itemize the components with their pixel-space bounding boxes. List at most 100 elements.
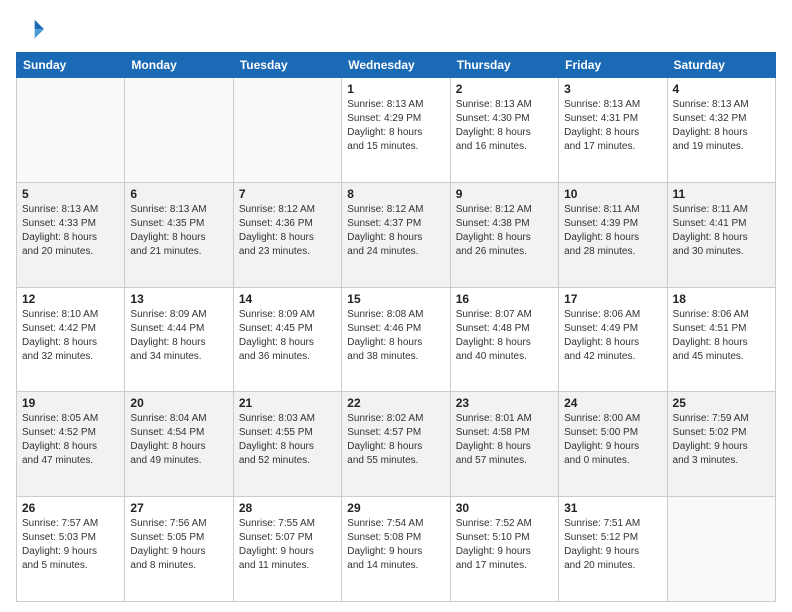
day-number: 27	[130, 501, 227, 515]
day-number: 3	[564, 82, 661, 96]
day-info: Sunrise: 8:13 AM Sunset: 4:35 PM Dayligh…	[130, 203, 227, 259]
day-info: Sunrise: 8:01 AM Sunset: 4:58 PM Dayligh…	[456, 412, 553, 468]
day-number: 4	[673, 82, 770, 96]
day-number: 20	[130, 396, 227, 410]
day-info: Sunrise: 7:55 AM Sunset: 5:07 PM Dayligh…	[239, 517, 336, 573]
weekday-monday: Monday	[125, 53, 233, 78]
calendar-cell: 1Sunrise: 8:13 AM Sunset: 4:29 PM Daylig…	[342, 78, 450, 183]
calendar-cell	[17, 78, 125, 183]
calendar-cell: 19 Sunrise: 8:05 AM Sunset: 4:52 PM Dayli…	[17, 392, 125, 497]
calendar-cell: 25 Sunrise: 7:59 AM Sunset: 5:02 PM Dayli…	[667, 392, 775, 497]
day-number: 25	[673, 396, 770, 410]
weekday-saturday: Saturday	[667, 53, 775, 78]
day-info: Sunrise: 7:52 AM Sunset: 5:10 PM Dayligh…	[456, 517, 553, 573]
day-info: Sunrise: 7:51 AM Sunset: 5:12 PM Dayligh…	[564, 517, 661, 573]
day-info: Sunrise: 8:11 AM Sunset: 4:39 PM Dayligh…	[564, 203, 661, 259]
day-number: 23	[456, 396, 553, 410]
day-info: Sunrise: 8:07 AM Sunset: 4:48 PM Dayligh…	[456, 308, 553, 364]
week-row-3: 12 Sunrise: 8:10 AM Sunset: 4:42 PM Dayli…	[17, 287, 776, 392]
day-number: 2	[456, 82, 553, 96]
day-number: 6	[130, 187, 227, 201]
week-row-4: 19 Sunrise: 8:05 AM Sunset: 4:52 PM Dayli…	[17, 392, 776, 497]
day-number: 10	[564, 187, 661, 201]
day-info: Sunrise: 7:57 AM Sunset: 5:03 PM Dayligh…	[22, 517, 119, 573]
calendar-table: SundayMondayTuesdayWednesdayThursdayFrid…	[16, 52, 776, 602]
calendar-cell: 18 Sunrise: 8:06 AM Sunset: 4:51 PM Dayli…	[667, 287, 775, 392]
day-info: Sunrise: 8:09 AM Sunset: 4:44 PM Dayligh…	[130, 308, 227, 364]
header	[16, 16, 776, 44]
day-number: 1	[347, 82, 444, 96]
calendar-cell: 20 Sunrise: 8:04 AM Sunset: 4:54 PM Dayli…	[125, 392, 233, 497]
day-number: 5	[22, 187, 119, 201]
day-info: Sunrise: 8:06 AM Sunset: 4:49 PM Dayligh…	[564, 308, 661, 364]
calendar-cell: 31 Sunrise: 7:51 AM Sunset: 5:12 PM Dayli…	[559, 497, 667, 602]
day-info: Sunrise: 8:09 AM Sunset: 4:45 PM Dayligh…	[239, 308, 336, 364]
calendar-cell: 23 Sunrise: 8:01 AM Sunset: 4:58 PM Dayli…	[450, 392, 558, 497]
day-info: Sunrise: 8:05 AM Sunset: 4:52 PM Dayligh…	[22, 412, 119, 468]
week-row-1: 1Sunrise: 8:13 AM Sunset: 4:29 PM Daylig…	[17, 78, 776, 183]
day-info: Sunrise: 8:12 AM Sunset: 4:38 PM Dayligh…	[456, 203, 553, 259]
day-number: 30	[456, 501, 553, 515]
day-info: Sunrise: 8:12 AM Sunset: 4:36 PM Dayligh…	[239, 203, 336, 259]
day-number: 28	[239, 501, 336, 515]
logo	[16, 16, 48, 44]
day-number: 13	[130, 292, 227, 306]
day-info: Sunrise: 8:13 AM Sunset: 4:33 PM Dayligh…	[22, 203, 119, 259]
day-info: Sunrise: 7:56 AM Sunset: 5:05 PM Dayligh…	[130, 517, 227, 573]
logo-icon	[16, 16, 44, 44]
weekday-wednesday: Wednesday	[342, 53, 450, 78]
day-info: Sunrise: 8:13 AM Sunset: 4:32 PM Dayligh…	[673, 98, 770, 154]
weekday-sunday: Sunday	[17, 53, 125, 78]
calendar-cell: 6 Sunrise: 8:13 AM Sunset: 4:35 PM Daylig…	[125, 182, 233, 287]
day-info: Sunrise: 8:04 AM Sunset: 4:54 PM Dayligh…	[130, 412, 227, 468]
calendar-cell: 3 Sunrise: 8:13 AM Sunset: 4:31 PM Daylig…	[559, 78, 667, 183]
day-info: Sunrise: 8:03 AM Sunset: 4:55 PM Dayligh…	[239, 412, 336, 468]
day-number: 7	[239, 187, 336, 201]
weekday-header-row: SundayMondayTuesdayWednesdayThursdayFrid…	[17, 53, 776, 78]
day-number: 14	[239, 292, 336, 306]
day-number: 19	[22, 396, 119, 410]
day-number: 9	[456, 187, 553, 201]
day-number: 29	[347, 501, 444, 515]
calendar-cell: 21 Sunrise: 8:03 AM Sunset: 4:55 PM Dayli…	[233, 392, 341, 497]
calendar-cell	[667, 497, 775, 602]
day-number: 26	[22, 501, 119, 515]
calendar-cell	[125, 78, 233, 183]
day-info: Sunrise: 8:00 AM Sunset: 5:00 PM Dayligh…	[564, 412, 661, 468]
weekday-tuesday: Tuesday	[233, 53, 341, 78]
calendar-cell: 2 Sunrise: 8:13 AM Sunset: 4:30 PM Daylig…	[450, 78, 558, 183]
day-number: 16	[456, 292, 553, 306]
weekday-friday: Friday	[559, 53, 667, 78]
calendar-cell: 12 Sunrise: 8:10 AM Sunset: 4:42 PM Dayli…	[17, 287, 125, 392]
calendar-cell: 15Sunrise: 8:08 AM Sunset: 4:46 PM Dayli…	[342, 287, 450, 392]
calendar-cell	[233, 78, 341, 183]
day-info: Sunrise: 7:59 AM Sunset: 5:02 PM Dayligh…	[673, 412, 770, 468]
day-number: 8	[347, 187, 444, 201]
calendar-cell: 10 Sunrise: 8:11 AM Sunset: 4:39 PM Dayli…	[559, 182, 667, 287]
calendar-cell: 29Sunrise: 7:54 AM Sunset: 5:08 PM Dayli…	[342, 497, 450, 602]
calendar-cell: 13 Sunrise: 8:09 AM Sunset: 4:44 PM Dayli…	[125, 287, 233, 392]
day-info: Sunrise: 8:13 AM Sunset: 4:31 PM Dayligh…	[564, 98, 661, 154]
day-info: Sunrise: 8:02 AM Sunset: 4:57 PM Dayligh…	[347, 412, 444, 468]
day-number: 12	[22, 292, 119, 306]
day-number: 31	[564, 501, 661, 515]
calendar-cell: 4 Sunrise: 8:13 AM Sunset: 4:32 PM Daylig…	[667, 78, 775, 183]
week-row-5: 26 Sunrise: 7:57 AM Sunset: 5:03 PM Dayli…	[17, 497, 776, 602]
page: SundayMondayTuesdayWednesdayThursdayFrid…	[0, 0, 792, 612]
day-number: 22	[347, 396, 444, 410]
calendar-cell: 28 Sunrise: 7:55 AM Sunset: 5:07 PM Dayli…	[233, 497, 341, 602]
day-info: Sunrise: 8:10 AM Sunset: 4:42 PM Dayligh…	[22, 308, 119, 364]
calendar-cell: 17Sunrise: 8:06 AM Sunset: 4:49 PM Dayli…	[559, 287, 667, 392]
calendar-cell: 5 Sunrise: 8:13 AM Sunset: 4:33 PM Daylig…	[17, 182, 125, 287]
calendar-cell: 22 Sunrise: 8:02 AM Sunset: 4:57 PM Dayli…	[342, 392, 450, 497]
calendar-cell: 24Sunrise: 8:00 AM Sunset: 5:00 PM Dayli…	[559, 392, 667, 497]
day-info: Sunrise: 8:13 AM Sunset: 4:30 PM Dayligh…	[456, 98, 553, 154]
day-number: 18	[673, 292, 770, 306]
day-number: 21	[239, 396, 336, 410]
calendar-cell: 8Sunrise: 8:12 AM Sunset: 4:37 PM Daylig…	[342, 182, 450, 287]
day-info: Sunrise: 8:06 AM Sunset: 4:51 PM Dayligh…	[673, 308, 770, 364]
calendar-cell: 16 Sunrise: 8:07 AM Sunset: 4:48 PM Dayli…	[450, 287, 558, 392]
week-row-2: 5 Sunrise: 8:13 AM Sunset: 4:33 PM Daylig…	[17, 182, 776, 287]
calendar-cell: 30 Sunrise: 7:52 AM Sunset: 5:10 PM Dayli…	[450, 497, 558, 602]
calendar-cell: 11Sunrise: 8:11 AM Sunset: 4:41 PM Dayli…	[667, 182, 775, 287]
